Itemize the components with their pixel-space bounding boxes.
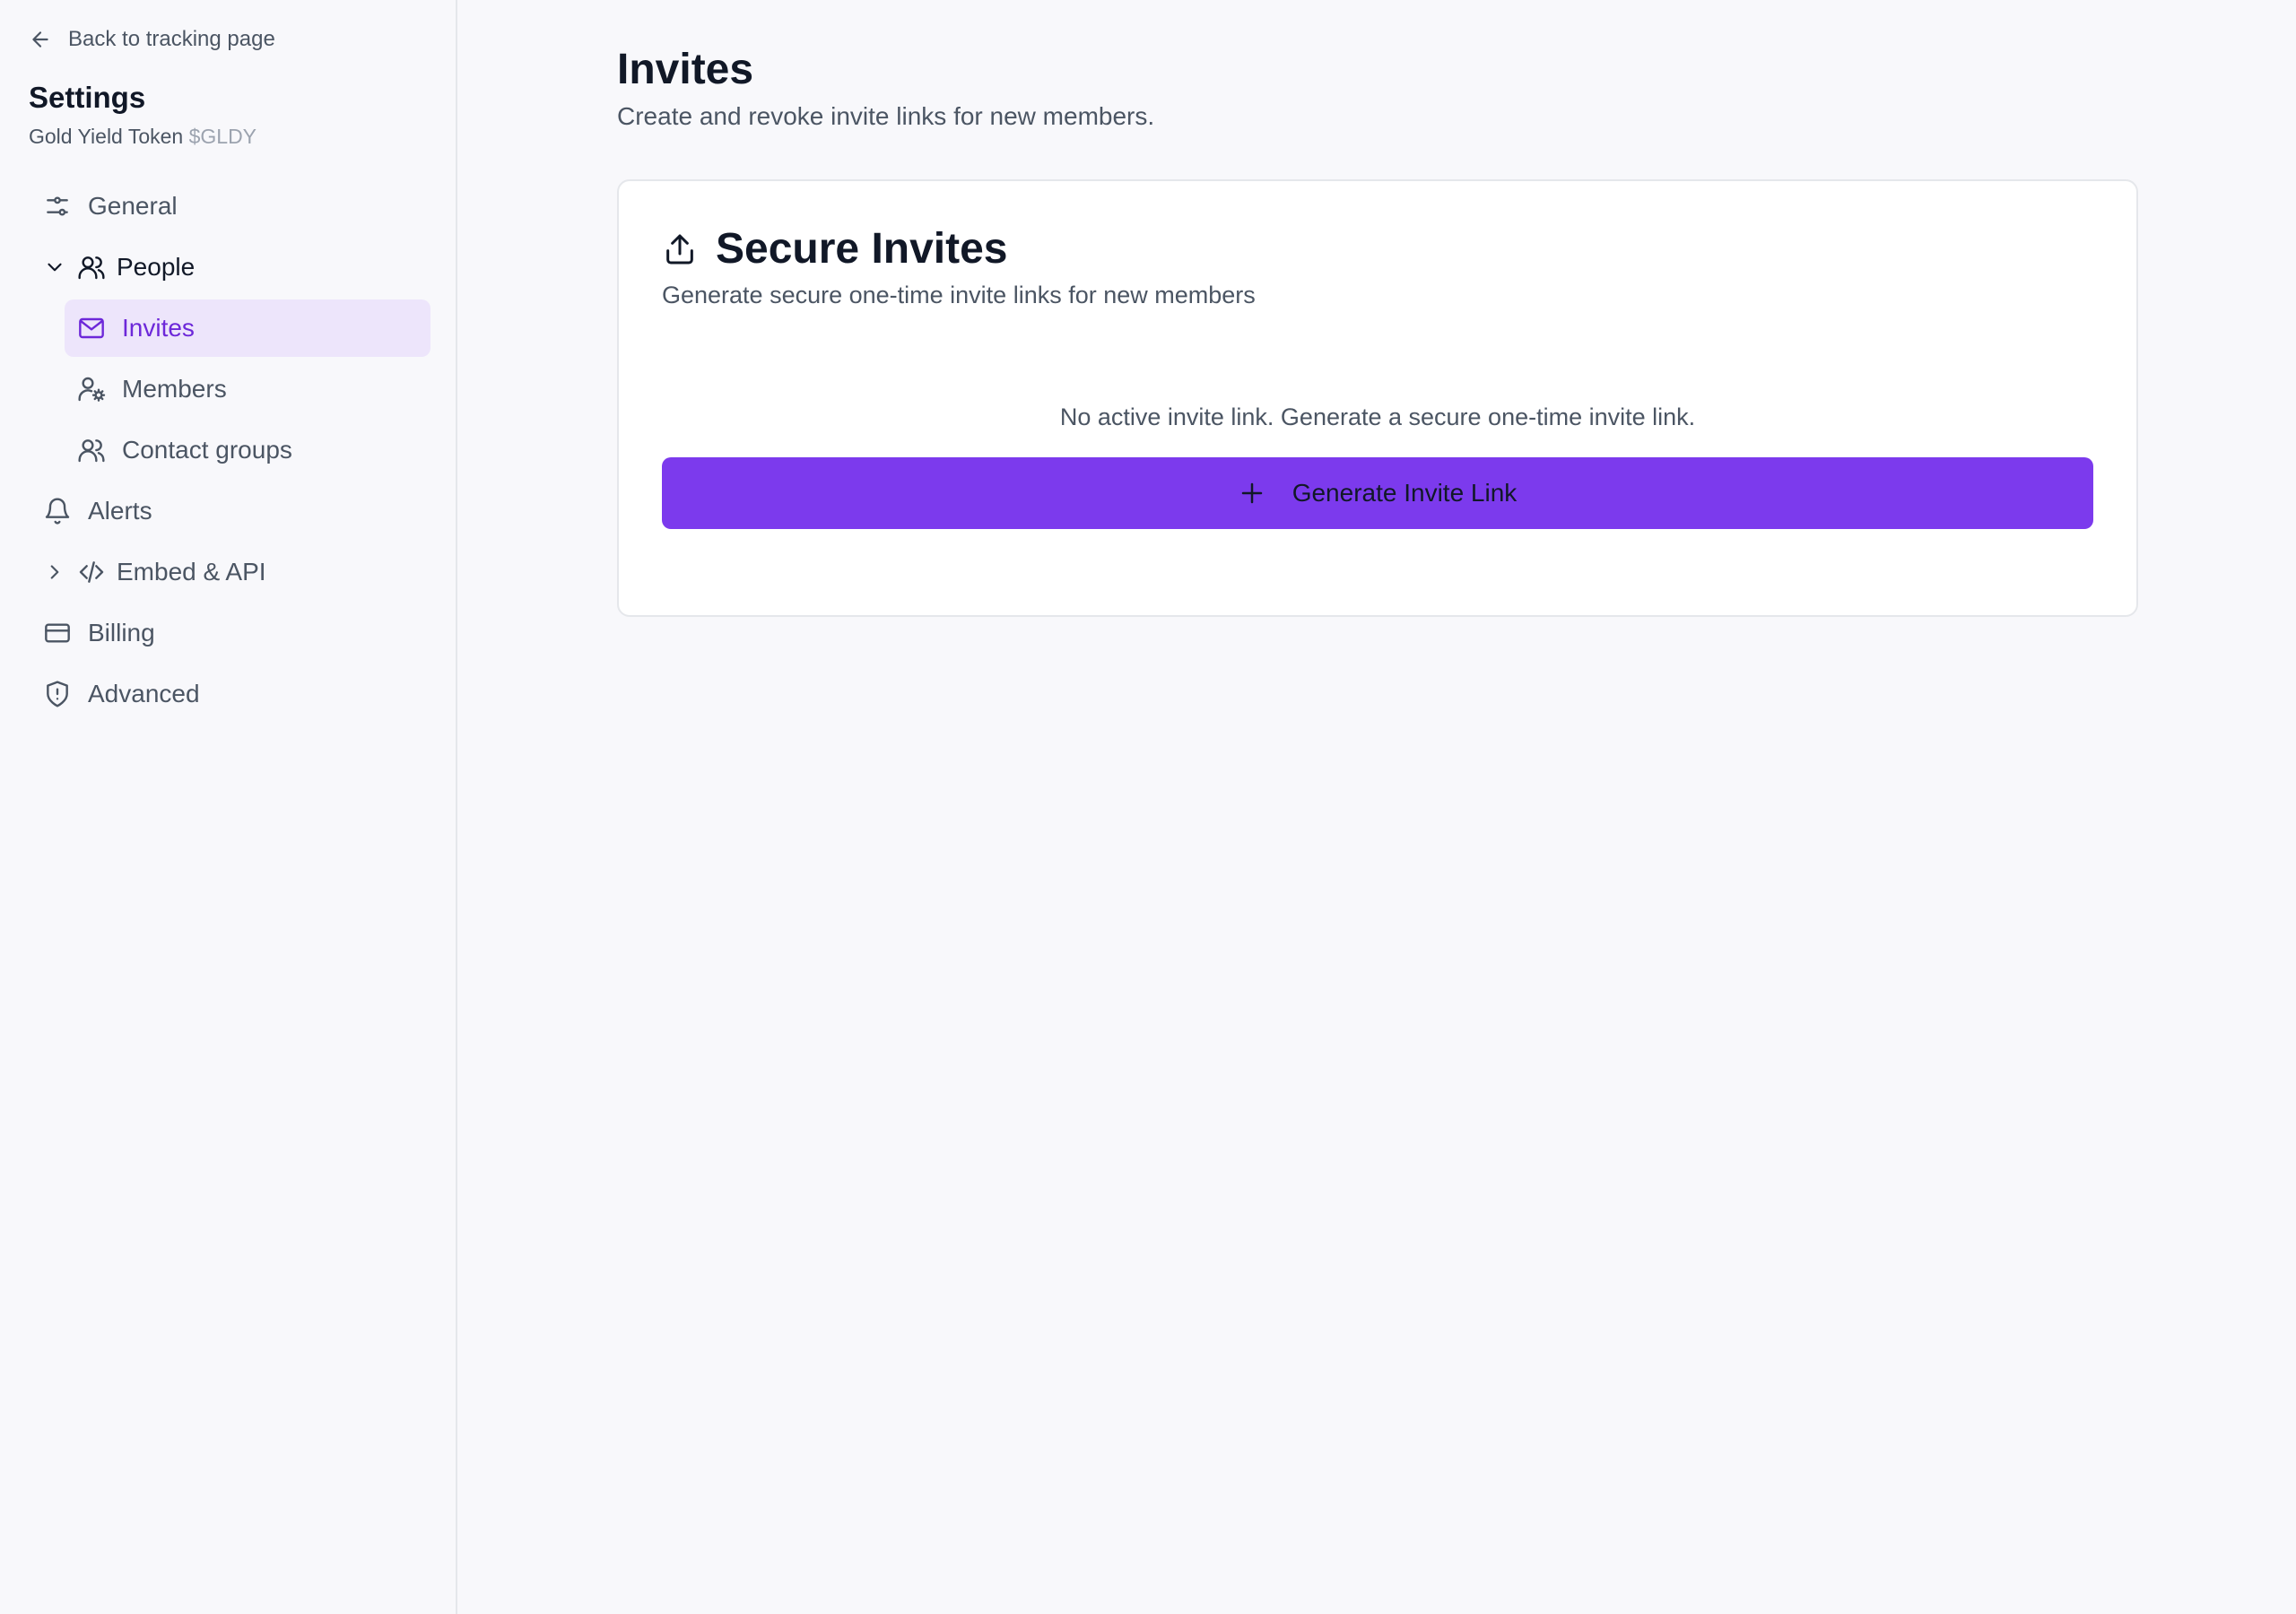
card-header: Secure Invites — [662, 224, 1008, 273]
card-description: Generate secure one-time invite links fo… — [662, 282, 1256, 308]
chevron-down-icon — [48, 263, 62, 272]
sidebar-item-advanced[interactable]: Advanced — [36, 665, 430, 723]
users-icon — [78, 439, 105, 463]
bell-icon — [45, 498, 70, 525]
sidebar-item-label: Members — [122, 375, 227, 403]
settings-title: Settings — [29, 81, 146, 114]
page-subtitle: Create and revoke invite links for new m… — [617, 102, 1155, 130]
sidebar-item-label: Embed & API — [117, 558, 266, 586]
generate-invite-link-button[interactable]: Generate Invite Link — [662, 457, 2093, 529]
sidebar-item-general[interactable]: General — [36, 178, 430, 235]
sidebar-item-alerts[interactable]: Alerts — [36, 482, 430, 540]
sidebar-item-people[interactable]: People — [36, 239, 430, 296]
chevron-right-icon — [50, 565, 59, 579]
sidebar-item-label: Advanced — [88, 680, 200, 707]
generate-button-label: Generate Invite Link — [1292, 479, 1518, 507]
project-ticker: $GLDY — [188, 125, 257, 148]
secure-invites-card: Secure Invites Generate secure one-time … — [617, 179, 2138, 617]
sidebar-item-label: People — [117, 253, 196, 281]
share-upload-icon — [666, 234, 693, 264]
empty-state-message: No active invite link. Generate a secure… — [1059, 404, 1696, 430]
user-cog-icon — [78, 377, 106, 402]
users-icon — [78, 256, 105, 280]
sidebar-item-invites[interactable]: Invites — [65, 299, 430, 357]
plus-icon — [1241, 482, 1262, 504]
back-to-tracking-link[interactable]: Back to tracking page — [29, 27, 275, 52]
project-label: Gold Yield Token $GLDY — [29, 125, 257, 149]
shield-alert-icon — [47, 681, 68, 707]
settings-sidebar: Back to tracking page Settings Gold Yiel… — [0, 0, 457, 1614]
sidebar-item-label: Invites — [122, 314, 195, 342]
code-icon — [79, 561, 104, 583]
sliders-icon — [47, 196, 68, 216]
project-name: Gold Yield Token — [29, 125, 184, 148]
sidebar-item-embed-api[interactable]: Embed & API — [36, 543, 430, 601]
settings-nav: General People Invites Members Contact g… — [36, 178, 430, 726]
page-title: Invites — [617, 46, 754, 93]
arrow-left-icon — [32, 31, 48, 48]
sidebar-item-label: Billing — [88, 619, 155, 646]
sidebar-item-label: Alerts — [88, 497, 152, 525]
credit-card-icon — [45, 623, 70, 643]
back-link-label: Back to tracking page — [68, 27, 275, 51]
sidebar-item-contact-groups[interactable]: Contact groups — [65, 421, 430, 479]
sidebar-item-members[interactable]: Members — [65, 360, 430, 418]
people-submenu: Invites Members Contact groups — [65, 299, 430, 479]
sidebar-item-billing[interactable]: Billing — [36, 604, 430, 662]
mail-icon — [79, 317, 104, 339]
sidebar-item-label: General — [88, 192, 178, 220]
sidebar-item-label: Contact groups — [122, 436, 292, 464]
card-title: Secure Invites — [716, 225, 1008, 273]
